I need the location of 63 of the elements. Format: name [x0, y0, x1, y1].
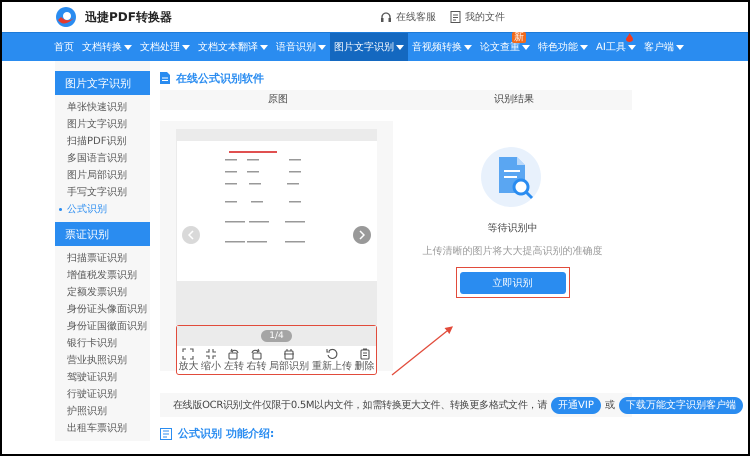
shrink-icon — [205, 348, 218, 360]
chevron-right-icon — [359, 230, 365, 240]
nav-tab[interactable]: 图片文字识别 — [330, 33, 408, 61]
sidebar-item[interactable]: 扫描PDF识别 — [55, 133, 150, 150]
header-link[interactable]: 我的文件 — [450, 10, 505, 24]
logo-icon[interactable] — [55, 6, 77, 28]
sidebar-item[interactable]: 单张快速识别 — [55, 99, 150, 116]
section-title: 在线公式识别软件 — [176, 70, 264, 86]
hint-text: 上传清晰的图片将大大提高识别的准确度 — [422, 244, 602, 258]
sidebar-item[interactable]: 行驶证识别 — [55, 386, 150, 403]
page-indicator: 1/4 — [261, 330, 292, 342]
toolbar-button[interactable]: 右转 — [246, 348, 266, 373]
rotate-right-icon — [250, 348, 262, 360]
sidebar-item[interactable]: 身份证国徽面识别 — [55, 318, 150, 335]
caret-icon — [182, 44, 190, 50]
toolbar-button[interactable]: 局部识别 — [269, 348, 310, 373]
sidebar-item[interactable]: 图片文字识别 — [55, 116, 150, 133]
caret-icon — [628, 44, 636, 50]
caret-icon — [464, 44, 472, 50]
expand-icon — [182, 348, 194, 360]
toolbar-button[interactable]: 删除 — [354, 348, 375, 373]
clipboard-icon — [358, 348, 371, 360]
toolbar-button[interactable]: 左转 — [224, 348, 244, 373]
sidebar-item[interactable]: 出租车票识别 — [55, 420, 150, 437]
caret-icon — [318, 44, 326, 50]
intro-title: 公式识别 功能介绍: — [178, 426, 274, 441]
headset-icon — [380, 11, 392, 23]
chevron-left-icon — [188, 230, 194, 240]
list-icon — [160, 428, 172, 440]
toolbar-button[interactable]: 重新上传 — [312, 348, 352, 373]
sidebar-item[interactable]: 驾驶证识别 — [55, 369, 150, 386]
sidebar-item[interactable]: 多国语言识别 — [55, 150, 150, 167]
logo-text[interactable]: 迅捷PDF转换器 — [85, 8, 172, 26]
sidebar-heading: 票证识别 — [55, 222, 150, 246]
caret-icon — [396, 44, 404, 50]
toolbar-button[interactable]: 放大 — [178, 348, 198, 373]
header-link[interactable]: 在线客服 — [380, 10, 436, 24]
status-text: 等待识别中 — [488, 222, 538, 235]
sidebar-item[interactable]: 身份证头像面识别 — [55, 301, 150, 318]
sidebar-heading: 图片文字识别 — [55, 71, 150, 95]
caret-icon — [580, 44, 588, 50]
rotate-left-icon — [228, 348, 240, 360]
sidebar-item[interactable]: 护照识别 — [55, 403, 150, 420]
sidebar-item[interactable]: 定额发票识别 — [55, 284, 150, 301]
new-badge: 新 — [512, 32, 526, 43]
sidebar-item[interactable]: 银行卡识别 — [55, 335, 150, 352]
toolbar-button[interactable]: 缩小 — [201, 348, 222, 373]
or-text: 或 — [604, 398, 615, 412]
refresh-icon — [326, 348, 338, 360]
document-icon — [160, 72, 170, 84]
column-header: 原图 — [267, 93, 289, 107]
notice-text: 在线版OCR识别文件仅限于0.5M以内文件，如需转换更大文件、转换更多格式文件，请 — [173, 398, 548, 412]
sidebar-item[interactable]: 营业执照识别 — [55, 352, 150, 369]
sidebar-item[interactable]: 手写文字识别 — [55, 184, 150, 201]
file-icon — [450, 11, 461, 23]
caret-icon — [522, 44, 530, 50]
sidebar-item[interactable]: 增值税发票识别 — [55, 267, 150, 284]
sidebar-item[interactable]: 图片局部识别 — [55, 167, 150, 184]
caret-icon — [260, 44, 268, 50]
column-header: 识别结果 — [493, 92, 535, 107]
caret-icon — [124, 44, 132, 50]
sidebar-item[interactable]: 扫描票证识别 — [55, 250, 150, 267]
caret-icon — [676, 44, 684, 50]
